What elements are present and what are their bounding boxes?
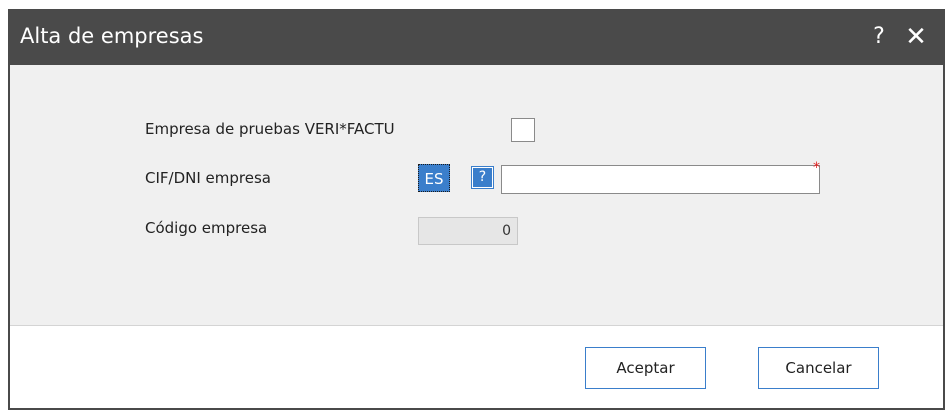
cif-label: CIF/DNI empresa (145, 169, 271, 187)
test-company-checkbox[interactable] (511, 118, 535, 142)
code-field: 0 (418, 217, 518, 245)
help-icon[interactable]: ? (868, 23, 890, 51)
cancel-button[interactable]: Cancelar (758, 347, 879, 389)
accept-button[interactable]: Aceptar (585, 347, 706, 389)
form-area (10, 65, 943, 325)
close-icon[interactable]: ✕ (902, 23, 930, 51)
country-code-field[interactable]: ES (418, 164, 450, 192)
cif-input[interactable] (501, 165, 820, 194)
country-help-button[interactable]: ? (471, 166, 494, 189)
required-marker: * (813, 160, 820, 176)
code-label: Código empresa (145, 219, 268, 237)
alta-empresas-dialog: Alta de empresas ? ✕ Empresa de pruebas … (8, 9, 945, 410)
title-bar: Alta de empresas ? ✕ (10, 11, 943, 65)
test-company-label: Empresa de pruebas VERI*FACTU (145, 120, 395, 138)
dialog-title: Alta de empresas (20, 24, 204, 48)
